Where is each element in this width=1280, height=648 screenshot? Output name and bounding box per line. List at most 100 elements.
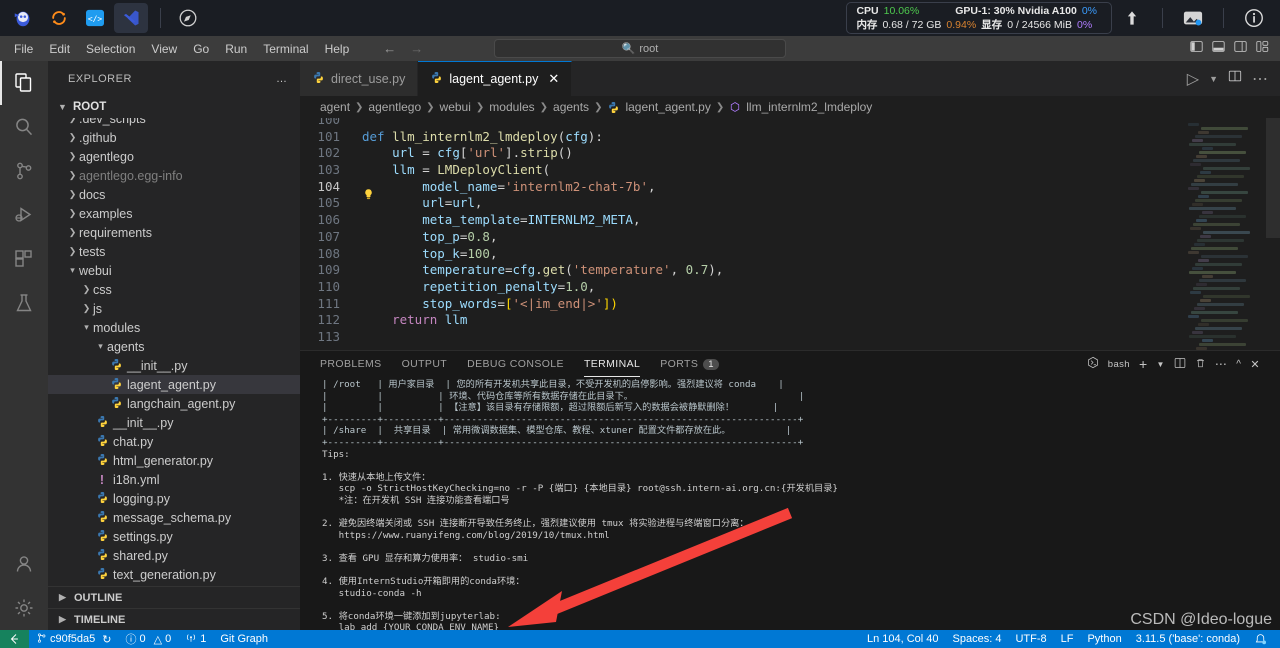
breadcrumb-item[interactable]: agents — [553, 100, 589, 114]
toggle-primary-sidebar-icon[interactable] — [1190, 40, 1203, 58]
info-icon[interactable] — [1234, 3, 1274, 33]
split-editor-icon[interactable] — [1228, 69, 1242, 88]
code-line[interactable]: 107 top_p = 0.8, — [300, 229, 1185, 246]
tree-folder-row[interactable]: ❯ requirements — [48, 223, 300, 242]
code-line[interactable]: 104 model_name ='internlm2-chat-7b', — [300, 179, 1185, 196]
close-icon[interactable]: ✕ — [548, 71, 559, 87]
git-graph-button[interactable]: Git Graph — [213, 633, 275, 645]
toggle-panel-icon[interactable] — [1212, 40, 1225, 58]
radio-tower-status[interactable]: 1 — [178, 632, 213, 647]
compass-icon[interactable] — [171, 3, 205, 33]
tree-file-row[interactable]: message_schema.py — [48, 508, 300, 527]
vscode-icon[interactable] — [114, 3, 148, 33]
breadcrumb-item[interactable]: agentlego — [368, 100, 421, 114]
tree-file-row[interactable]: langchain_agent.py — [48, 394, 300, 413]
tree-file-row[interactable]: settings.py — [48, 527, 300, 546]
breadcrumb-item[interactable]: modules — [489, 100, 534, 114]
code-line[interactable]: 113 — [300, 329, 1185, 346]
tab-output[interactable]: OUTPUT — [402, 354, 448, 374]
outline-section[interactable]: ▶ OUTLINE — [48, 586, 300, 608]
code-brackets-icon[interactable]: </> — [78, 3, 112, 33]
customize-layout-icon[interactable] — [1256, 40, 1269, 58]
cursor-position[interactable]: Ln 104, Col 40 — [860, 633, 946, 645]
editor-scrollbar[interactable] — [1266, 118, 1280, 238]
lightbulb-icon[interactable] — [362, 187, 375, 207]
sidebar-item-search[interactable] — [0, 105, 48, 149]
tree-file-row[interactable]: ! i18n.yml — [48, 470, 300, 489]
tree-folder-row[interactable]: ❯ docs — [48, 185, 300, 204]
timeline-section[interactable]: ▶ TIMELINE — [48, 608, 300, 630]
eol-status[interactable]: LF — [1054, 633, 1081, 645]
git-branch-status[interactable]: c90f5da5 ↻ — [29, 632, 118, 647]
screenshot-icon[interactable] — [1173, 3, 1213, 33]
tab-ports[interactable]: PORTS 1 — [660, 354, 719, 374]
sidebar-item-run-debug[interactable] — [0, 193, 48, 237]
remote-indicator[interactable] — [0, 630, 29, 648]
settings-button[interactable] — [0, 586, 48, 630]
bell-dot-icon[interactable] — [1247, 633, 1274, 646]
sidebar-item-extensions[interactable] — [0, 237, 48, 281]
menu-run[interactable]: Run — [217, 39, 255, 59]
menu-selection[interactable]: Selection — [78, 39, 143, 59]
interpreter-status[interactable]: 3.11.5 ('base': conda) — [1129, 633, 1247, 645]
tree-file-row[interactable]: logging.py — [48, 489, 300, 508]
tree-folder-row[interactable]: ❯ tests — [48, 242, 300, 261]
kill-terminal-icon[interactable] — [1195, 357, 1206, 372]
mindspore-icon[interactable] — [42, 3, 76, 33]
tree-file-row[interactable]: text_generation.py — [48, 565, 300, 584]
menu-help[interactable]: Help — [317, 39, 358, 59]
tree-file-row[interactable]: html_generator.py — [48, 451, 300, 470]
sidebar-item-source-control[interactable] — [0, 149, 48, 193]
tree-file-row[interactable]: chat.py — [48, 432, 300, 451]
tab-direct-use[interactable]: direct_use.py — [300, 61, 419, 96]
indentation-status[interactable]: Spaces: 4 — [946, 633, 1009, 645]
tab-debug-console[interactable]: DEBUG CONSOLE — [467, 354, 564, 374]
chevron-up-icon[interactable]: ^ — [1236, 359, 1241, 370]
new-terminal-icon[interactable]: + — [1139, 356, 1148, 372]
tree-file-row[interactable]: __init__.py — [48, 356, 300, 375]
code-editor[interactable]: 100 101 def llm_internlm2_lmdeploy(cfg): 10… — [300, 118, 1280, 350]
chevron-down-icon[interactable]: ▼ — [1157, 360, 1165, 369]
breadcrumb-item[interactable]: webui — [440, 100, 471, 114]
sidebar-item-explorer[interactable] — [0, 61, 48, 105]
code-line[interactable]: 109 temperature = cfg. get('temperature', 0… — [300, 262, 1185, 279]
chevron-down-icon[interactable]: ▼ — [1209, 74, 1218, 84]
menu-edit[interactable]: Edit — [41, 39, 78, 59]
more-actions-icon[interactable]: ⋯ — [1252, 69, 1268, 89]
back-arrow-icon[interactable]: ← — [383, 41, 396, 56]
split-terminal-icon[interactable] — [1174, 357, 1186, 372]
tree-file-row[interactable]: shared.py — [48, 546, 300, 565]
terminal-output[interactable]: | /root | 用户家目录 | 您的所有开发机共享此目录，不受开发机的启停影… — [300, 377, 1280, 630]
problems-status[interactable]: ⓘ 0 △ 0 — [118, 631, 178, 647]
tab-lagent-agent[interactable]: lagent_agent.py ✕ — [418, 61, 573, 96]
breadcrumb[interactable]: agent ❯ agentlego ❯ webui ❯ modules ❯ agents ❯ lag… — [300, 96, 1280, 118]
sync-icon[interactable]: ↻ — [102, 633, 111, 646]
file-tree[interactable]: ❯ .dev_scripts ❯ .github ❯ agentlego ❯ agentleg… — [48, 118, 300, 586]
close-icon[interactable]: ✕ — [1250, 358, 1260, 371]
more-actions-icon[interactable]: ⋯ — [1215, 357, 1227, 371]
network-upload-icon[interactable] — [1112, 3, 1152, 33]
tree-file-row[interactable]: __init__.py — [48, 413, 300, 432]
tree-folder-row[interactable]: ❯ css — [48, 280, 300, 299]
tree-folder-row[interactable]: ▾ webui — [48, 261, 300, 280]
code-line[interactable]: 100 — [300, 118, 1185, 129]
menu-terminal[interactable]: Terminal — [255, 39, 316, 59]
more-actions-icon[interactable]: … — [276, 73, 288, 85]
accounts-button[interactable] — [0, 542, 48, 586]
tab-problems[interactable]: PROBLEMS — [320, 354, 382, 374]
code-line[interactable]: 110 repetition_penalty = 1.0, — [300, 279, 1185, 296]
toggle-secondary-sidebar-icon[interactable] — [1234, 40, 1247, 58]
run-icon[interactable]: ▷ — [1187, 69, 1199, 89]
tree-file-row[interactable]: tools.py — [48, 584, 300, 586]
forward-arrow-icon[interactable]: → — [410, 41, 423, 56]
code-lines[interactable]: 100 101 def llm_internlm2_lmdeploy(cfg): 10… — [300, 118, 1185, 350]
tab-terminal[interactable]: TERMINAL — [583, 354, 641, 377]
tree-folder-row[interactable]: ❯ .dev_scripts — [48, 118, 300, 128]
tree-folder-row[interactable]: ❯ .github — [48, 128, 300, 147]
sidebar-item-testing[interactable] — [0, 281, 48, 325]
breadcrumb-item[interactable]: lagent_agent.py — [625, 100, 710, 114]
language-status[interactable]: Python — [1080, 633, 1128, 645]
code-line[interactable]: 111 stop_words =['<|im_end|>']) — [300, 296, 1185, 313]
code-line[interactable]: 106 meta_template = INTERNLM2_META, — [300, 212, 1185, 229]
menu-file[interactable]: File — [6, 39, 41, 59]
